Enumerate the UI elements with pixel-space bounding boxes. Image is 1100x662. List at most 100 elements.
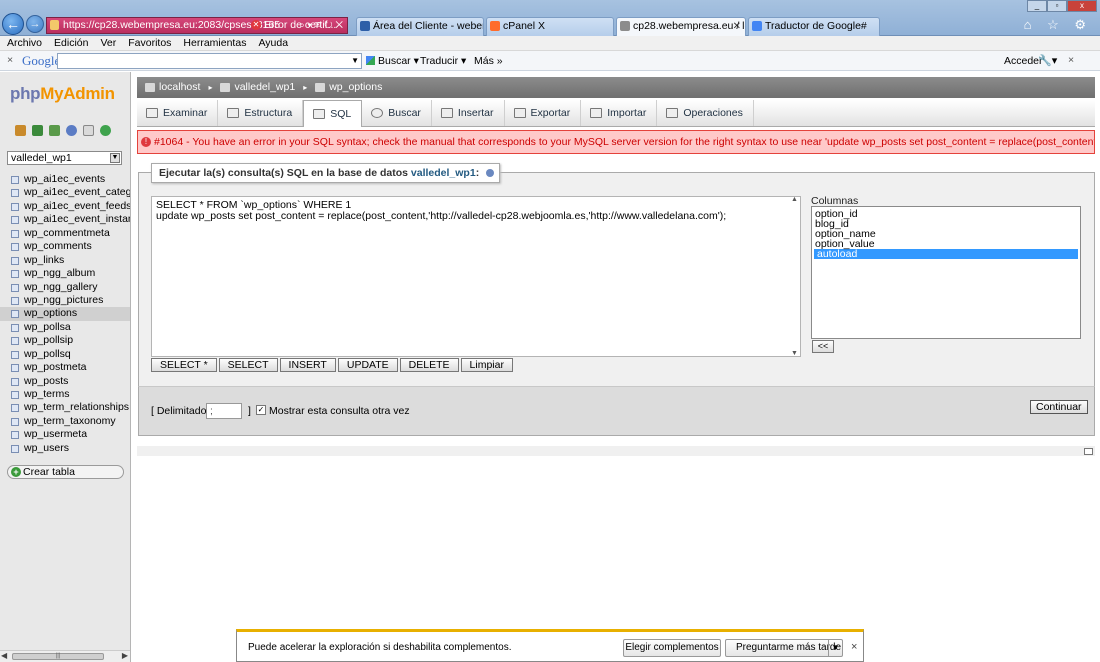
delimiter-input[interactable]: ;	[206, 403, 242, 419]
wrench-icon[interactable]: 🔧▾	[1038, 54, 1057, 67]
scroll-right-arrow-icon[interactable]: ▶	[122, 651, 128, 660]
textarea-scrollbar[interactable]: ▲ ▼	[789, 196, 801, 357]
table-icon[interactable]	[11, 310, 19, 319]
close-icon[interactable]: ×	[851, 641, 857, 653]
table-icon[interactable]	[11, 256, 19, 265]
documentation-icon[interactable]	[83, 125, 94, 136]
close-icon[interactable]: ×	[1068, 54, 1074, 66]
google-search-input[interactable]: ▼	[57, 53, 362, 69]
sidebar-table-item[interactable]: wp_postmeta	[0, 361, 130, 374]
select-all-button[interactable]: SELECT *	[151, 358, 217, 372]
table-icon[interactable]	[11, 202, 19, 211]
maximize-button[interactable]: ▫	[1047, 0, 1067, 12]
table-icon[interactable]	[11, 431, 19, 440]
menu-ver[interactable]: Ver	[100, 36, 116, 50]
select-button[interactable]: SELECT	[218, 358, 278, 372]
update-button[interactable]: UPDATE	[337, 358, 398, 372]
table-icon[interactable]	[11, 229, 19, 238]
breadcrumb-server[interactable]: localhost	[145, 77, 200, 98]
sidebar-table-item[interactable]: wp_comments	[0, 240, 130, 253]
home-icon[interactable]	[15, 125, 26, 136]
close-window-button[interactable]: x	[1067, 0, 1097, 12]
insert-column-button[interactable]: <<	[812, 340, 834, 353]
scrollbar-thumb[interactable]: |||	[12, 653, 104, 660]
menu-archivo[interactable]: Archivo	[7, 36, 42, 50]
show-query-again-label[interactable]: Mostrar esta consulta otra vez	[269, 405, 410, 417]
sidebar-table-item[interactable]: wp_ngg_pictures	[0, 294, 130, 307]
tab-exportar[interactable]: Exportar	[505, 100, 582, 126]
tab-cpanel[interactable]: cPanel X	[486, 17, 614, 36]
table-icon[interactable]	[11, 364, 19, 373]
table-icon[interactable]	[11, 296, 19, 305]
certificate-error-indicator[interactable]: ✕ Error de certif...	[251, 17, 336, 34]
database-select[interactable]: valledel_wp1 ▼	[7, 151, 122, 165]
sign-in-link[interactable]: Acceder	[1004, 55, 1043, 67]
create-table-button[interactable]: + Crear tabla	[7, 465, 124, 479]
help-icon[interactable]	[66, 125, 77, 136]
minimize-button[interactable]: _	[1027, 0, 1047, 12]
forward-button[interactable]: →	[26, 15, 44, 33]
sidebar-table-item[interactable]: wp_commentmeta	[0, 227, 130, 240]
sidebar-table-item[interactable]: wp_ai1ec_event_instances	[0, 213, 130, 226]
menu-edicion[interactable]: Edición	[54, 36, 88, 50]
tab-phpmyadmin[interactable]: cp28.webempresa.eu / local... ✕	[616, 17, 746, 36]
tab-estructura[interactable]: Estructura	[218, 100, 304, 126]
sidebar-table-item[interactable]: wp_ngg_album	[0, 267, 130, 280]
reload-icon[interactable]	[100, 125, 111, 136]
submit-query-button[interactable]: Continuar	[1030, 400, 1088, 414]
clear-button[interactable]: Limpiar	[460, 358, 513, 372]
sql-query-textarea[interactable]: SELECT * FROM `wp_options` WHERE 1 updat…	[151, 196, 801, 357]
table-icon[interactable]	[11, 417, 19, 426]
tab-sql[interactable]: SQL	[303, 100, 363, 127]
table-icon[interactable]	[11, 323, 19, 332]
insert-button[interactable]: INSERT	[279, 358, 336, 372]
sidebar-table-item[interactable]: wp_ngg_gallery	[0, 281, 130, 294]
scroll-down-arrow-icon[interactable]: ▼	[791, 350, 798, 357]
show-query-again-checkbox[interactable]: ✓	[256, 405, 266, 415]
table-icon[interactable]	[11, 350, 19, 359]
tab-importar[interactable]: Importar	[581, 100, 658, 126]
table-icon[interactable]	[11, 391, 19, 399]
tab-area-cliente[interactable]: Área del Cliente - webempresa...	[356, 17, 484, 36]
sidebar-table-item[interactable]: wp_terms	[0, 388, 130, 401]
close-toolbar-icon[interactable]: ×	[7, 54, 13, 66]
chevron-down-icon[interactable]: ▼	[828, 640, 842, 656]
sidebar-table-item[interactable]: wp_pollsip	[0, 334, 130, 347]
menu-herramientas[interactable]: Herramientas	[183, 36, 246, 50]
menu-favoritos[interactable]: Favoritos	[128, 36, 171, 50]
tab-operaciones[interactable]: Operaciones	[657, 100, 754, 126]
breadcrumb-table[interactable]: wp_options	[315, 77, 382, 98]
scroll-up-arrow-icon[interactable]: ▲	[791, 196, 798, 203]
table-icon[interactable]	[11, 444, 19, 453]
sidebar-table-item[interactable]: wp_ai1ec_events	[0, 173, 130, 186]
columns-listbox[interactable]: option_id blog_id option_name option_val…	[811, 206, 1081, 339]
sidebar-table-item[interactable]: wp_pollsa	[0, 321, 130, 334]
delete-button[interactable]: DELETE	[399, 358, 459, 372]
close-tab-icon[interactable]: ✕	[733, 18, 741, 35]
sidebar-table-item[interactable]: wp_pollsq	[0, 348, 130, 361]
menu-ayuda[interactable]: Ayuda	[258, 36, 288, 50]
tab-examinar[interactable]: Examinar	[137, 100, 219, 126]
sidebar-table-item[interactable]: wp_links	[0, 254, 130, 267]
back-button[interactable]: ←	[2, 13, 24, 35]
exit-icon[interactable]	[49, 125, 60, 136]
table-icon[interactable]	[11, 216, 19, 225]
sidebar-table-item[interactable]: wp_usermeta	[0, 428, 130, 441]
sidebar-table-item[interactable]: wp_users	[0, 442, 130, 455]
table-icon[interactable]	[11, 377, 19, 386]
column-option-selected[interactable]: autoload	[814, 249, 1078, 259]
home-favorites-tools-icons[interactable]: ⌂ ☆ ⚙	[1024, 17, 1092, 33]
table-icon[interactable]	[11, 243, 19, 252]
console-toggle-icon[interactable]	[1084, 448, 1093, 455]
tab-buscar[interactable]: Buscar	[362, 100, 432, 126]
tab-traductor[interactable]: Traductor de Google#	[748, 17, 880, 36]
tab-insertar[interactable]: Insertar	[432, 100, 505, 126]
translate-button[interactable]: Traducir ▾	[420, 55, 466, 67]
sidebar-table-item[interactable]: wp_ai1ec_event_category_c	[0, 186, 130, 199]
horizontal-scrollbar[interactable]: ◀ ||| ▶	[0, 650, 130, 662]
sidebar-table-item[interactable]: wp_ai1ec_event_feeds	[0, 200, 130, 213]
scroll-left-arrow-icon[interactable]: ◀	[1, 651, 7, 660]
table-icon[interactable]	[11, 189, 19, 198]
breadcrumb-database[interactable]: valledel_wp1	[220, 77, 295, 98]
table-icon[interactable]	[11, 404, 19, 413]
